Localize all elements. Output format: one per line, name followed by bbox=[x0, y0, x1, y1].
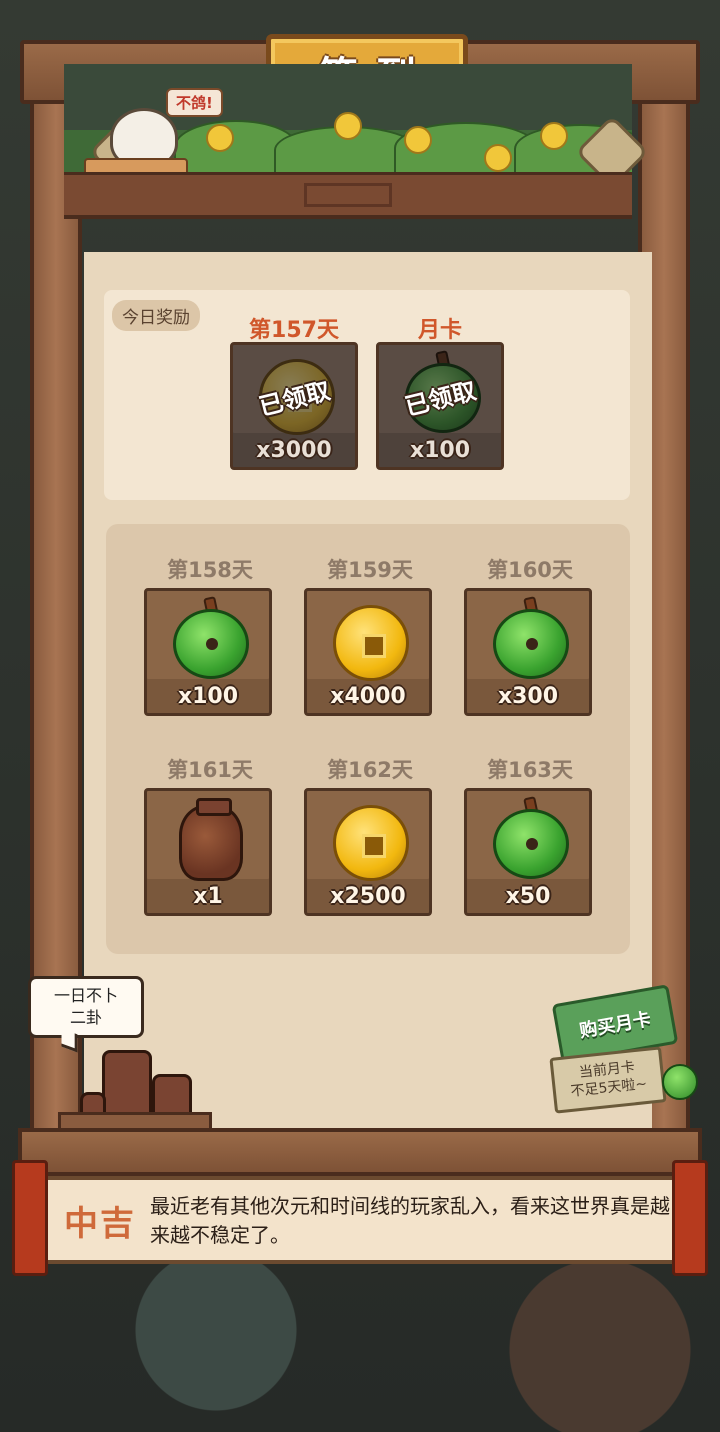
reward-quantity: x100 bbox=[177, 684, 239, 709]
reward-slot-day162[interactable]: x2500 bbox=[304, 788, 432, 916]
buy-monthcard-label: 购买月卡 bbox=[577, 1008, 653, 1043]
speech-line-2: 二卦 bbox=[69, 1008, 102, 1027]
jade-icon bbox=[173, 609, 249, 679]
day-label: 第160天 bbox=[487, 558, 573, 582]
jar-icon bbox=[179, 798, 243, 881]
divination-vase-icon[interactable] bbox=[102, 1050, 152, 1120]
scroll-cap-left bbox=[12, 1160, 48, 1276]
monthcard-label: 月卡 bbox=[417, 318, 462, 343]
divination-speech-bubble: 一日不卜 二卦 bbox=[28, 976, 144, 1038]
reward-quantity: x3000 bbox=[256, 438, 332, 463]
jade-pendant-icon bbox=[662, 1064, 698, 1100]
reward-slot-day159[interactable]: x4000 bbox=[304, 588, 432, 716]
jade-icon bbox=[493, 809, 569, 879]
today-reward-slot-daily[interactable]: 已领取 x3000 bbox=[230, 342, 358, 470]
today-reward-slot-monthcard[interactable]: 已领取 x100 bbox=[376, 342, 504, 470]
reward-slot-day161[interactable]: x1 bbox=[144, 788, 272, 916]
day-label: 第163天 bbox=[487, 758, 573, 782]
day-label: 第161天 bbox=[167, 758, 253, 782]
frame-lintel bbox=[64, 172, 632, 219]
frame-bottom-beam bbox=[18, 1128, 702, 1176]
fortune-text: 最近老有其他次元和时间线的玩家乱入，看来这世界真是越来越不稳定了。 bbox=[150, 1194, 670, 1247]
speech-line-1: 一日不卜 bbox=[53, 986, 118, 1005]
fortune-result: 中吉 bbox=[64, 1204, 136, 1244]
day-label: 第162天 bbox=[327, 758, 413, 782]
monthcard-expiry-note: 当前月卡 不足5天啦~ bbox=[549, 1046, 667, 1114]
reward-slot-day158[interactable]: x100 bbox=[144, 588, 272, 716]
reward-quantity: x2500 bbox=[330, 884, 406, 909]
reward-quantity: x100 bbox=[409, 438, 471, 463]
reward-quantity: x50 bbox=[505, 884, 551, 909]
reward-quantity: x300 bbox=[497, 684, 559, 709]
chicken-speech-bubble: 不鸽! bbox=[166, 88, 223, 117]
day-label: 第158天 bbox=[167, 558, 253, 582]
scroll-cap-right bbox=[672, 1160, 708, 1276]
reward-quantity: x4000 bbox=[330, 684, 406, 709]
day-label: 第159天 bbox=[327, 558, 413, 582]
today-day-label: 第157天 bbox=[249, 318, 339, 343]
jade-icon bbox=[493, 609, 569, 679]
reward-slot-day160[interactable]: x300 bbox=[464, 588, 592, 716]
today-reward-label: 今日奖励 bbox=[112, 300, 200, 331]
reward-quantity: x1 bbox=[193, 884, 223, 909]
reward-slot-day163[interactable]: x50 bbox=[464, 788, 592, 916]
coin-icon bbox=[333, 605, 409, 681]
coin-icon bbox=[333, 805, 409, 881]
